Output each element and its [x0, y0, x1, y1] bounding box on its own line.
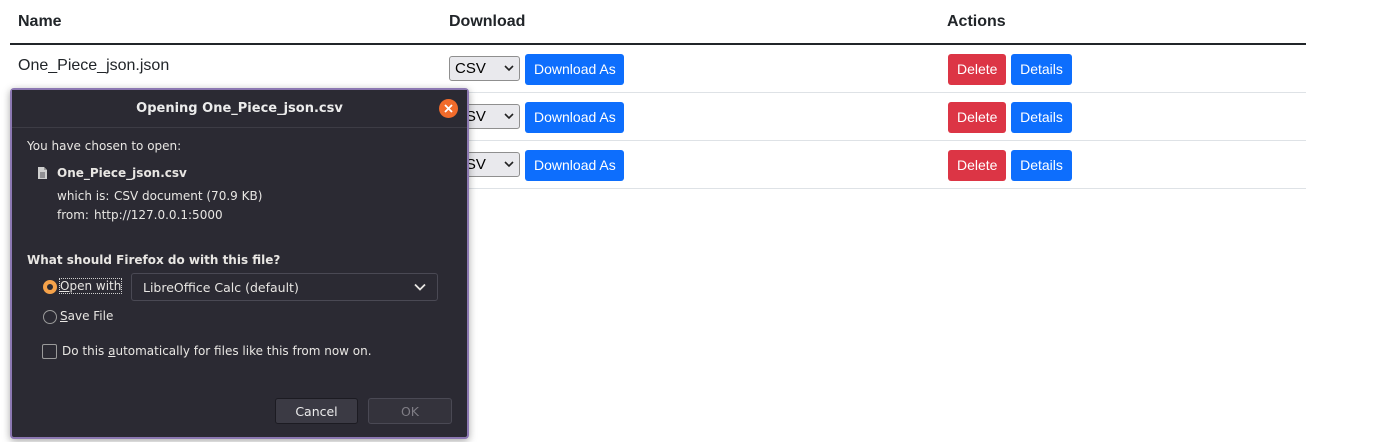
table-header: Name Download Actions	[10, 0, 1306, 45]
chevron-down-icon	[504, 65, 514, 72]
details-button[interactable]: Details	[1011, 102, 1072, 133]
delete-button[interactable]: Delete	[948, 150, 1006, 181]
ok-button[interactable]: OK	[368, 398, 452, 424]
close-icon	[444, 104, 453, 113]
question-text: What should Firefox do with this file?	[27, 253, 281, 267]
open-with-label[interactable]: Open with	[58, 278, 123, 294]
close-button[interactable]	[439, 99, 458, 118]
table-row: One_Piece_json.json CSV Download As Dele…	[10, 45, 1306, 93]
chevron-down-icon	[504, 113, 514, 120]
dialog-title: Opening One_Piece_json.csv	[136, 101, 343, 116]
file-name: One_Piece_json.json	[18, 57, 170, 74]
intro-text: You have chosen to open:	[27, 139, 182, 153]
format-select-value: CSV	[455, 60, 486, 77]
delete-button[interactable]: Delete	[948, 54, 1006, 85]
from-value: http://127.0.0.1:5000	[94, 208, 223, 222]
file-icon	[38, 167, 47, 179]
save-file-radio[interactable]	[43, 310, 57, 324]
chevron-down-icon	[504, 161, 514, 168]
from-label: from:	[57, 208, 89, 222]
details-button[interactable]: Details	[1011, 54, 1072, 85]
application-select[interactable]: LibreOffice Calc (default)	[131, 273, 438, 301]
file-name-label: One_Piece_json.csv	[57, 166, 187, 180]
download-as-button[interactable]: Download As	[525, 150, 624, 181]
auto-label[interactable]: Do this automatically for files like thi…	[62, 344, 372, 358]
download-as-button[interactable]: Download As	[525, 54, 624, 85]
save-file-label[interactable]: Save File	[60, 309, 113, 323]
chevron-down-icon	[414, 283, 426, 291]
details-button[interactable]: Details	[1011, 150, 1072, 181]
header-name: Name	[18, 13, 62, 30]
which-is-label: which is:	[57, 189, 110, 203]
header-download: Download	[449, 13, 526, 30]
auto-checkbox[interactable]	[42, 344, 57, 359]
dialog-titlebar[interactable]: Opening One_Piece_json.csv	[12, 90, 467, 128]
format-select[interactable]: CSV	[449, 56, 520, 81]
delete-button[interactable]: Delete	[948, 102, 1006, 133]
download-as-button[interactable]: Download As	[525, 102, 624, 133]
application-select-value: LibreOffice Calc (default)	[143, 280, 299, 295]
open-file-dialog: Opening One_Piece_json.csv You have chos…	[10, 88, 469, 439]
which-is-value: CSV document (70.9 KB)	[114, 189, 263, 203]
cancel-button[interactable]: Cancel	[275, 398, 358, 424]
open-with-radio[interactable]	[43, 280, 57, 294]
header-actions: Actions	[947, 13, 1006, 30]
